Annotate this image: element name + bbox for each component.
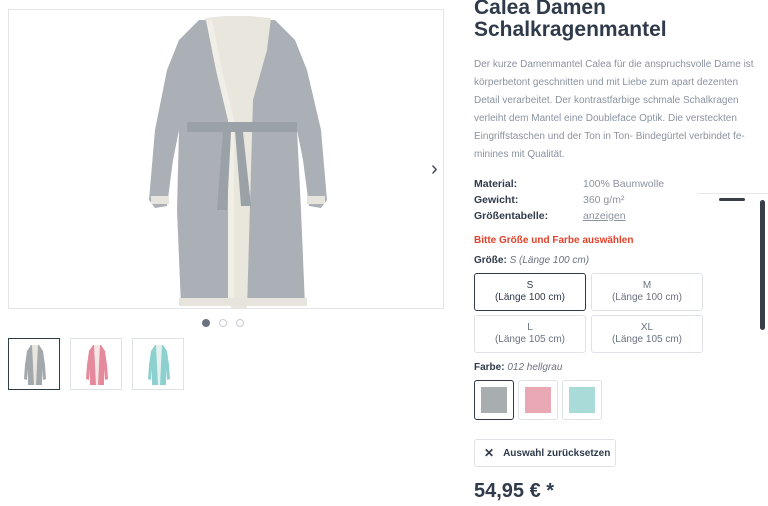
gallery-dots xyxy=(202,319,244,327)
size-option-name: S xyxy=(526,280,534,291)
scrollbar[interactable] xyxy=(760,200,765,330)
product-title-line2: Schalkragenmantel xyxy=(474,18,667,41)
thumbnail-pink[interactable] xyxy=(70,338,122,390)
property-value: 100% Baumwolle xyxy=(583,178,665,190)
side-widget[interactable] xyxy=(697,193,768,203)
chevron-right-icon[interactable]: › xyxy=(431,159,443,179)
color-swatch-turquoise[interactable] xyxy=(562,380,602,420)
product-title: Calea Damen Schalkragenmantel xyxy=(474,0,764,41)
thumbnail-image xyxy=(24,345,46,385)
gallery-dot[interactable] xyxy=(236,319,244,327)
thumbnail-grey[interactable] xyxy=(8,338,60,390)
property-label: Material: xyxy=(474,178,518,190)
color-swatch-pink[interactable] xyxy=(518,380,558,420)
property-row-material: Material: 100% Baumwolle xyxy=(474,176,764,192)
color-selected-value: 012 hellgrau xyxy=(507,362,563,373)
size-option-m[interactable]: M (Länge 100 cm) xyxy=(591,273,703,311)
size-option-detail: (Länge 100 cm) xyxy=(494,292,566,303)
thumbnail-image xyxy=(86,345,108,385)
color-chip xyxy=(481,387,507,413)
size-label: Größe: xyxy=(474,255,507,266)
thumbnail-turquoise[interactable] xyxy=(132,338,184,390)
size-options: S (Länge 100 cm) M (Länge 100 cm) L (Län… xyxy=(474,273,764,353)
product-title-line1: Calea Damen xyxy=(474,0,606,19)
thumbnail-strip xyxy=(8,338,184,390)
product-main-image[interactable]: › xyxy=(8,9,444,309)
size-option-name: L xyxy=(527,322,533,333)
gallery-dot[interactable] xyxy=(219,319,227,327)
size-option-s[interactable]: S (Länge 100 cm) xyxy=(474,273,586,311)
color-chip xyxy=(525,387,551,413)
size-option-detail: (Länge 100 cm) xyxy=(611,292,683,303)
size-selection-label: Größe: S (Länge 100 cm) xyxy=(474,255,764,266)
color-options xyxy=(474,380,764,420)
reset-selection-button[interactable]: ✕ Auswahl zurücksetzen xyxy=(474,439,616,467)
size-option-xl[interactable]: XL (Länge 105 cm) xyxy=(591,315,703,353)
property-value: 360 g/m² xyxy=(583,194,625,206)
thumbnail-image xyxy=(148,345,170,385)
property-row-size-chart: Größentabelle: anzeigen xyxy=(474,208,764,224)
property-label: Größentabelle: xyxy=(474,210,549,222)
product-price: 54,95 € * xyxy=(474,480,555,502)
color-chip xyxy=(569,387,595,413)
size-selected-value: S (Länge 100 cm) xyxy=(509,255,590,266)
bathrobe-image xyxy=(149,16,327,308)
reset-selection-label: Auswahl zurücksetzen xyxy=(503,447,611,459)
widget-handle-icon xyxy=(719,198,745,201)
product-info: Calea Damen Schalkragenmantel Der kurze … xyxy=(474,0,764,503)
selection-warning: Bitte Größe und Farbe auswählen xyxy=(474,235,634,246)
color-label: Farbe: xyxy=(474,362,505,373)
size-option-detail: (Länge 105 cm) xyxy=(494,334,566,345)
size-option-name: M xyxy=(642,280,652,291)
size-option-name: XL xyxy=(640,322,654,333)
color-selection-label: Farbe: 012 hellgrau xyxy=(474,362,764,373)
size-chart-link[interactable]: anzeigen xyxy=(583,208,626,224)
color-swatch-grey[interactable] xyxy=(474,380,514,420)
close-icon: ✕ xyxy=(484,446,495,460)
size-option-l[interactable]: L (Länge 105 cm) xyxy=(474,315,586,353)
size-option-detail: (Länge 105 cm) xyxy=(611,334,683,345)
gallery-dot[interactable] xyxy=(202,319,210,327)
property-label: Gewicht: xyxy=(474,194,519,206)
product-description: Der kurze Damenmantel Calea für die ansp… xyxy=(474,59,754,160)
